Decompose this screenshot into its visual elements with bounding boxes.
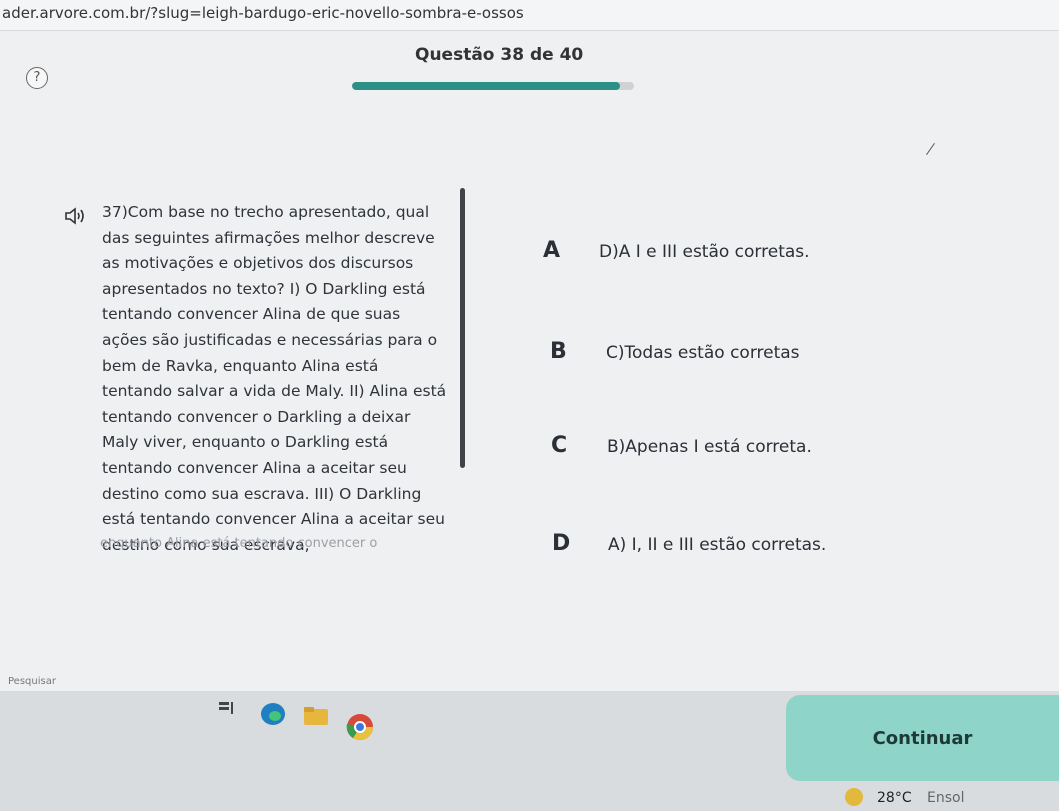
scroll-divider[interactable] [460, 188, 465, 468]
speaker-icon[interactable] [64, 207, 86, 225]
sun-icon [845, 788, 863, 806]
progress-bar-fill [352, 82, 620, 90]
chrome-browser-icon[interactable] [345, 712, 375, 742]
taskbar-search[interactable]: Pesquisar [8, 676, 56, 687]
edge-browser-icon[interactable] [260, 702, 286, 726]
option-a[interactable]: A D)A I e III estão corretas. [543, 238, 843, 268]
temperature: 28°C [877, 790, 912, 806]
question-text: 37)Com base no trecho apresentado, qual … [102, 203, 447, 554]
help-icon[interactable]: ? [26, 67, 48, 89]
option-c[interactable]: C B)Apenas I está correta. [551, 433, 851, 463]
weather-condition: Ensol [927, 790, 965, 806]
option-letter: B [550, 339, 567, 364]
browser-address-bar[interactable]: ader.arvore.com.br/?slug=leigh-bardugo-e… [0, 0, 1059, 31]
option-letter: D [552, 531, 571, 556]
continue-button[interactable]: Continuar [786, 695, 1059, 781]
option-text: C)Todas estão corretas [606, 343, 800, 363]
option-letter: A [543, 238, 561, 263]
option-text: B)Apenas I está correta. [607, 437, 812, 457]
option-d[interactable]: D A) I, II e III estão corretas. [552, 531, 852, 561]
option-text: D)A I e III estão corretas. [599, 242, 810, 262]
url-text[interactable]: ader.arvore.com.br/?slug=leigh-bardugo-e… [2, 4, 524, 22]
question-text-overflow: enquanto Alina está tentando convencer o [100, 536, 378, 550]
option-b[interactable]: B C)Todas estão corretas [550, 339, 850, 369]
option-letter: C [551, 433, 568, 458]
task-view-icon[interactable] [218, 700, 234, 716]
question-counter: Questão 38 de 40 [415, 45, 584, 65]
file-explorer-icon[interactable] [303, 706, 329, 726]
option-text: A) I, II e III estão corretas. [608, 535, 827, 555]
progress-bar [352, 82, 634, 90]
